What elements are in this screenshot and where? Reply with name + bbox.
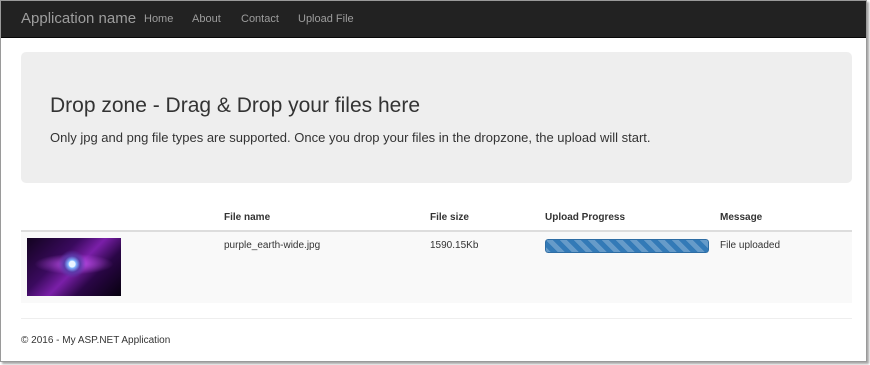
table-header-row: File name File size Upload Progress Mess… [21,205,852,232]
top-navbar: Application name Home About Contact Uplo… [1,1,866,38]
footer-divider [21,318,852,319]
upload-progress-bar [545,239,709,253]
footer-copyright: © 2016 - My ASP.NET Application [21,335,171,346]
file-size-cell: 1590.15Kb [430,240,479,251]
header-file-name: File name [224,212,271,223]
message-cell: File uploaded [720,240,781,251]
header-file-size: File size [430,212,469,223]
navbar-brand[interactable]: Application name [21,10,136,27]
nav-link-upload-file[interactable]: Upload File [298,13,354,25]
upload-progress-fill [545,239,709,253]
header-message: Message [720,212,763,223]
uploads-table: File name File size Upload Progress Mess… [21,205,852,303]
file-name-cell: purple_earth-wide.jpg [224,240,321,251]
table-row: purple_earth-wide.jpg 1590.15Kb File upl… [21,232,852,303]
nav-link-home[interactable]: Home [144,13,173,25]
nav-link-about[interactable]: About [192,13,221,25]
browser-page: Application name Home About Contact Uplo… [0,0,867,362]
drop-zone[interactable]: Drop zone - Drag & Drop your files here … [21,52,852,183]
drop-zone-title: Drop zone - Drag & Drop your files here [50,94,420,117]
header-upload-progress: Upload Progress [545,212,626,223]
nav-link-contact[interactable]: Contact [241,13,279,25]
drop-zone-description: Only jpg and png file types are supporte… [50,130,651,145]
file-thumbnail [27,238,121,296]
